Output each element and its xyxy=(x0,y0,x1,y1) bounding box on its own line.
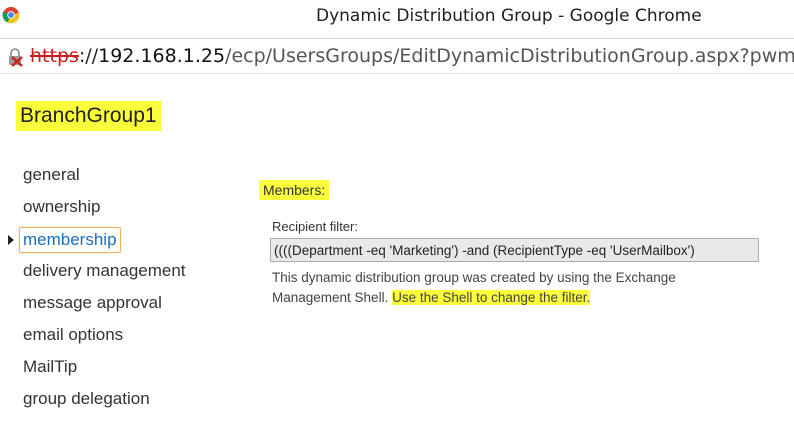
chrome-icon xyxy=(2,6,20,24)
nav-item-message-approval[interactable]: message approval xyxy=(23,291,162,315)
nav-item-membership[interactable]: membership xyxy=(19,227,121,253)
filter-note-highlight: Use the Shell to change the filter. xyxy=(392,290,591,305)
broken-lock-icon[interactable] xyxy=(6,47,26,67)
address-bar[interactable]: https://192.168.1.25/ecp/UsersGroups/Edi… xyxy=(0,38,794,74)
filter-note: This dynamic distribution group was crea… xyxy=(272,268,752,308)
url-host: 192.168.1.25 xyxy=(98,45,226,67)
nav-item-mailtip[interactable]: MailTip xyxy=(23,355,77,379)
window-title: Dynamic Distribution Group - Google Chro… xyxy=(316,6,702,26)
page-title: BranchGroup1 xyxy=(16,101,161,131)
nav-item-general[interactable]: general xyxy=(23,163,80,187)
recipient-filter-field[interactable]: ((((Department -eq 'Marketing') -and (Re… xyxy=(270,238,759,262)
recipient-filter-label: Recipient filter: xyxy=(272,219,358,234)
url-path: /ecp/UsersGroups/EditDynamicDistribution… xyxy=(225,45,794,67)
members-heading: Members: xyxy=(259,180,330,200)
selected-caret-icon xyxy=(8,235,14,245)
nav-item-email-options[interactable]: email options xyxy=(23,323,123,347)
nav-item-group-delegation[interactable]: group delegation xyxy=(23,387,150,411)
url-separator: :// xyxy=(78,45,99,67)
window-titlebar: Dynamic Distribution Group - Google Chro… xyxy=(0,0,794,36)
url-scheme: https xyxy=(30,45,79,67)
nav-item-delivery-management[interactable]: delivery management xyxy=(23,259,186,283)
url-text[interactable]: https://192.168.1.25/ecp/UsersGroups/Edi… xyxy=(30,45,794,67)
nav-item-ownership[interactable]: ownership xyxy=(23,195,101,219)
